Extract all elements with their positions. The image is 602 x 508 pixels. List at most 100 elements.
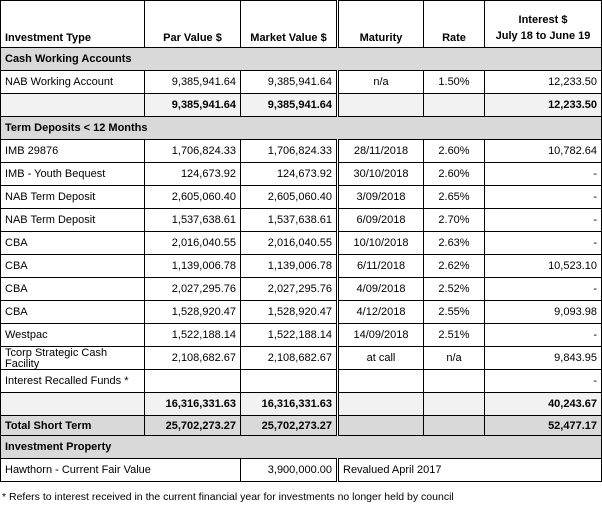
cell-market: 124,673.92: [240, 162, 338, 186]
cell-par: 2,605,060.40: [144, 185, 241, 209]
cash-total-row: 9,385,941.64 9,385,941.64 12,233.50: [0, 93, 602, 117]
header-row: Investment Type Par Value $ Market Value…: [0, 0, 602, 48]
property-note: Revalued April 2017: [336, 458, 602, 482]
table-row-property: Hawthorn - Current Fair Value 3,900,000.…: [0, 458, 602, 482]
cell-interest: -: [484, 231, 602, 255]
cell-name: CBA: [0, 277, 145, 301]
table-row: IMB 29876 1,706,824.33 1,706,824.33 28/11/2…: [0, 139, 602, 163]
cell-par: 9,385,941.64: [144, 70, 241, 94]
table-row: IMB - Youth Bequest 124,673.92 124,673.92 3…: [0, 162, 602, 186]
header-maturity: Maturity: [336, 0, 424, 48]
cell-rate: [423, 369, 485, 393]
cell-par: 2,027,295.76: [144, 277, 241, 301]
cell-name: Interest Recalled Funds *: [0, 369, 145, 393]
cell-rate: 2.65%: [423, 185, 485, 209]
cell-maturity: 14/09/2018: [336, 323, 424, 347]
cell-rate: 2.62%: [423, 254, 485, 278]
term-total-interest: 40,243.67: [484, 392, 602, 416]
cell-rate: 1.50%: [423, 70, 485, 94]
cell-market: 1,537,638.61: [240, 208, 338, 232]
property-market: 3,900,000.00: [240, 458, 338, 482]
cell-interest: -: [484, 208, 602, 232]
cell-market: 2,016,040.55: [240, 231, 338, 255]
table-row-tcorp: Tcorp Strategic Cash Facility 2,108,682.…: [0, 346, 602, 370]
cell-par: [144, 369, 241, 393]
short-term-total-interest: 52,477.17: [484, 415, 602, 436]
cell-par: 1,522,188.14: [144, 323, 241, 347]
section-cash-title: Cash Working Accounts: [0, 47, 602, 71]
cell-maturity: 4/12/2018: [336, 300, 424, 324]
header-rate: Rate: [423, 0, 485, 48]
property-name: Hawthorn - Current Fair Value: [0, 458, 241, 482]
short-term-total-label: Total Short Term: [0, 415, 145, 436]
cell-market: 2,027,295.76: [240, 277, 338, 301]
cell-interest: 10,523.10: [484, 254, 602, 278]
tcorp-name: Tcorp Strategic Cash Facility: [5, 348, 108, 369]
cell-interest: -: [484, 185, 602, 209]
cell-rate: 2.52%: [423, 277, 485, 301]
cell-maturity: 4/09/2018: [336, 277, 424, 301]
cell-maturity: at call: [336, 346, 424, 370]
cell-maturity: 6/09/2018: [336, 208, 424, 232]
cell-interest: -: [484, 369, 602, 393]
table-row: Westpac 1,522,188.14 1,522,188.14 14/09/201…: [0, 323, 602, 347]
header-market-value: Market Value $: [240, 0, 338, 48]
table-row: NAB Term Deposit 2,605,060.40 2,605,060.40…: [0, 185, 602, 209]
term-total-row: 16,316,331.63 16,316,331.63 40,243.67: [0, 392, 602, 416]
short-term-total-row: Total Short Term 25,702,273.27 25,702,27…: [0, 415, 602, 436]
cell-rate: [423, 392, 485, 416]
cell-name: CBA: [0, 254, 145, 278]
cell-interest: 12,233.50: [484, 70, 602, 94]
cell-name: [0, 93, 145, 117]
cell-name: NAB Term Deposit: [0, 185, 145, 209]
cell-rate: 2.70%: [423, 208, 485, 232]
cell-name: NAB Term Deposit: [0, 208, 145, 232]
cell-name: NAB Working Account: [0, 70, 145, 94]
cell-market: 1,522,188.14: [240, 323, 338, 347]
cell-maturity: 30/10/2018: [336, 162, 424, 186]
cell-maturity: 10/10/2018: [336, 231, 424, 255]
cell-name: IMB 29876: [0, 139, 145, 163]
cell-name: CBA: [0, 231, 145, 255]
cell-par: 1,528,920.47: [144, 300, 241, 324]
header-interest: Interest $ July 18 to June 19: [484, 0, 602, 48]
cell-market: [240, 369, 338, 393]
table-row: CBA 1,139,006.78 1,139,006.78 6/11/2018 2.62…: [0, 254, 602, 278]
cell-interest: -: [484, 162, 602, 186]
cell-maturity: [336, 93, 424, 117]
cell-par: 1,139,006.78: [144, 254, 241, 278]
section-term-title: Term Deposits < 12 Months: [0, 116, 602, 140]
table-row: NAB Working Account 9,385,941.64 9,385,9…: [0, 70, 602, 94]
cell-maturity: [336, 415, 424, 436]
cell-rate: 2.51%: [423, 323, 485, 347]
header-interest-line1: Interest $: [518, 14, 568, 26]
table-row-recalled: Interest Recalled Funds * -: [0, 369, 602, 393]
table-row: NAB Term Deposit 1,537,638.61 1,537,638.61…: [0, 208, 602, 232]
section-property: Investment Property: [0, 435, 602, 459]
cell-market: 1,528,920.47: [240, 300, 338, 324]
cell-name: Tcorp Strategic Cash Facility: [0, 346, 145, 370]
table-row: CBA 1,528,920.47 1,528,920.47 4/12/2018 2.55…: [0, 300, 602, 324]
cell-rate: 2.60%: [423, 162, 485, 186]
header-par-value: Par Value $: [144, 0, 241, 48]
cell-rate: [423, 93, 485, 117]
cell-market: 1,706,824.33: [240, 139, 338, 163]
short-term-total-par: 25,702,273.27: [144, 415, 241, 436]
table-row: CBA 2,027,295.76 2,027,295.76 4/09/2018 2.52…: [0, 277, 602, 301]
section-property-title: Investment Property: [0, 435, 602, 459]
cell-maturity: 6/11/2018: [336, 254, 424, 278]
term-total-market: 16,316,331.63: [240, 392, 338, 416]
cell-maturity: 3/09/2018: [336, 185, 424, 209]
cell-name: [0, 392, 145, 416]
cell-market: 2,108,682.67: [240, 346, 338, 370]
cell-rate: [423, 415, 485, 436]
cell-rate: 2.60%: [423, 139, 485, 163]
cell-rate: 2.63%: [423, 231, 485, 255]
cell-interest: 10,782.64: [484, 139, 602, 163]
cell-market: 2,605,060.40: [240, 185, 338, 209]
cell-interest: 9,843.95: [484, 346, 602, 370]
investment-table: Investment Type Par Value $ Market Value…: [0, 0, 602, 482]
cell-name: Westpac: [0, 323, 145, 347]
cell-par: 124,673.92: [144, 162, 241, 186]
short-term-total-market: 25,702,273.27: [240, 415, 338, 436]
